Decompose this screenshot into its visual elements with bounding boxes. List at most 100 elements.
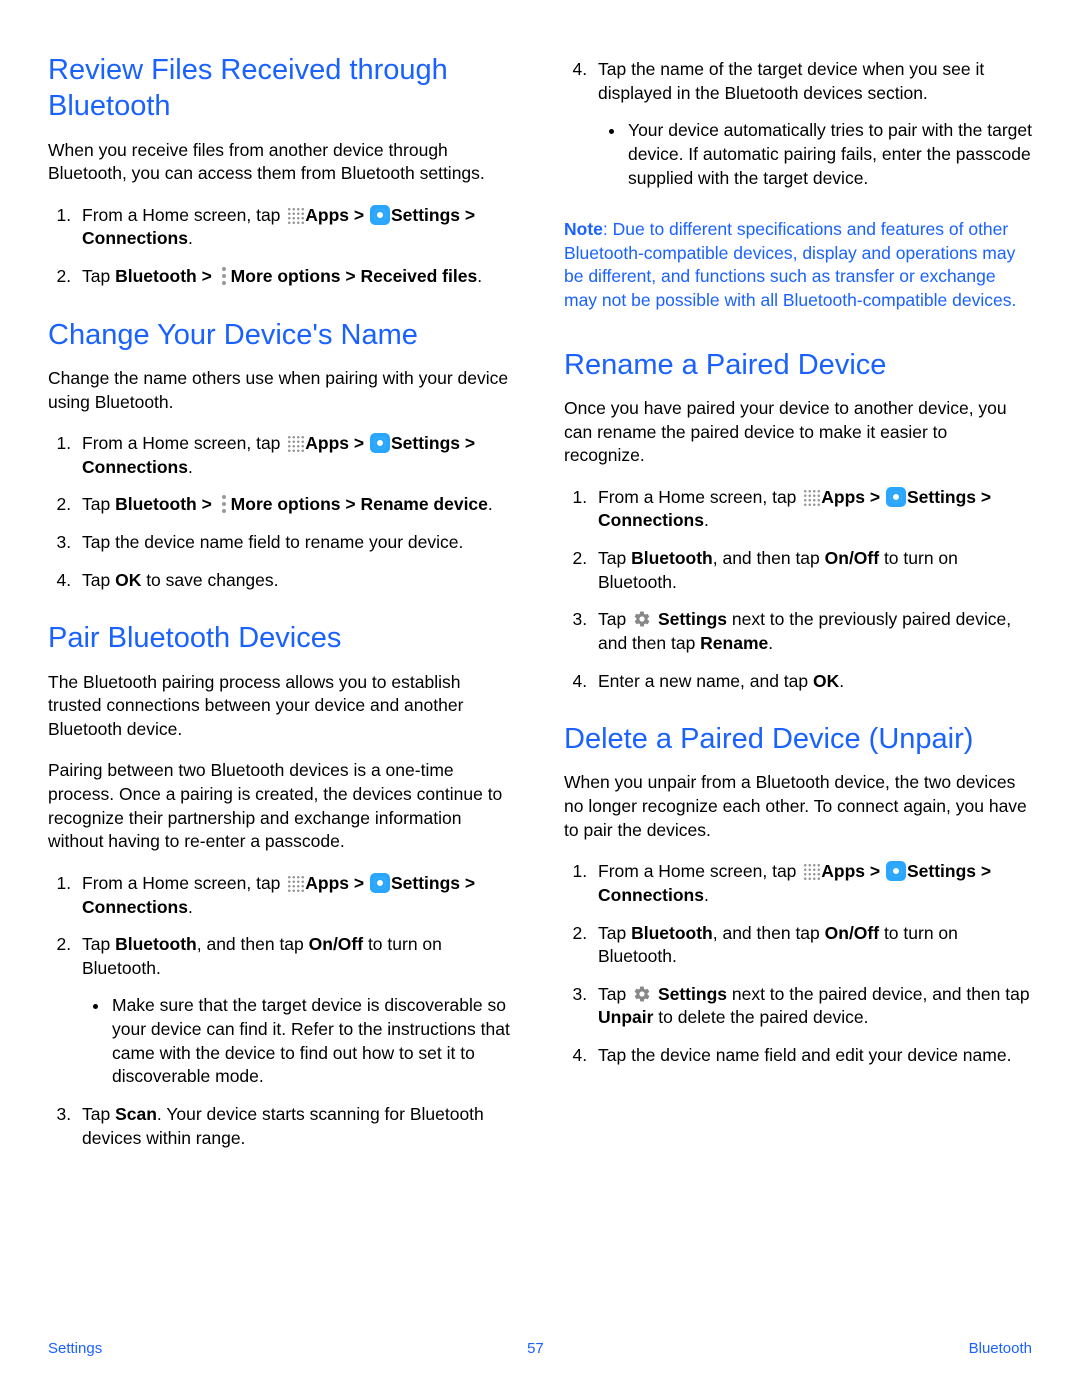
right-column: Tap the name of the target device when y… xyxy=(564,52,1032,1310)
list-item: Tap Bluetooth > More options > Received … xyxy=(76,265,516,289)
note-label: Note xyxy=(564,219,603,239)
text-bold: More options > Received files xyxy=(231,266,478,286)
text: , and then tap xyxy=(713,923,825,943)
section-review-files: Review Files Received through Bluetooth … xyxy=(48,52,516,289)
text: Tap xyxy=(598,923,631,943)
text: . xyxy=(477,266,482,286)
settings-icon xyxy=(370,205,390,225)
text: Tap xyxy=(82,1104,115,1124)
list-item: Tap the device name field and edit your … xyxy=(592,1044,1032,1068)
page-footer: Settings 57 Bluetooth xyxy=(0,1340,1080,1385)
text-bold: OK xyxy=(813,671,839,691)
text-bold: Rename xyxy=(700,633,768,653)
list-item: From a Home screen, tap Apps > Settings … xyxy=(76,872,516,919)
text-bold: Bluetooth xyxy=(631,548,713,568)
text: . xyxy=(839,671,844,691)
gear-icon xyxy=(633,985,651,1003)
text: . xyxy=(768,633,773,653)
more-options-icon xyxy=(219,267,229,285)
list-item: Tap Bluetooth > More options > Rename de… xyxy=(76,493,516,517)
gear-icon xyxy=(633,610,651,628)
text: From a Home screen, tap xyxy=(82,873,285,893)
text: From a Home screen, tap xyxy=(598,861,801,881)
text: . xyxy=(488,494,493,514)
ordered-list: From a Home screen, tap Apps > Settings … xyxy=(48,872,516,1150)
list-item: Tap Scan. Your device starts scanning fo… xyxy=(76,1103,516,1150)
text: Tap the name of the target device when y… xyxy=(598,59,984,103)
text: . xyxy=(704,885,709,905)
text-bold: More options > Rename device xyxy=(231,494,488,514)
body-text: Pairing between two Bluetooth devices is… xyxy=(48,759,516,854)
apps-icon xyxy=(286,434,304,452)
list-item: From a Home screen, tap Apps > Settings … xyxy=(592,486,1032,533)
ordered-list: From a Home screen, tap Apps > Settings … xyxy=(564,860,1032,1067)
text-bold: Unpair xyxy=(598,1007,653,1027)
heading: Delete a Paired Device (Unpair) xyxy=(564,721,1032,757)
text: Enter a new name, and tap xyxy=(598,671,813,691)
text: . xyxy=(704,510,709,530)
settings-icon xyxy=(886,487,906,507)
settings-icon xyxy=(886,861,906,881)
text-bold: Apps > xyxy=(305,873,369,893)
text-bold: Apps > xyxy=(305,433,369,453)
text-bold: Bluetooth > xyxy=(115,494,217,514)
text-bold: Apps > xyxy=(821,861,885,881)
footer-page-number: 57 xyxy=(527,1340,544,1357)
footer-right: Bluetooth xyxy=(969,1340,1032,1357)
ordered-list: From a Home screen, tap Apps > Settings … xyxy=(48,204,516,289)
text: Tap xyxy=(598,548,631,568)
bullet-list: Your device automatically tries to pair … xyxy=(598,119,1032,190)
section-pair-devices: Pair Bluetooth Devices The Bluetooth pai… xyxy=(48,620,516,1150)
text: , and then tap xyxy=(713,548,825,568)
body-text: When you receive files from another devi… xyxy=(48,139,516,186)
ordered-list-continued: Tap the name of the target device when y… xyxy=(564,58,1032,190)
list-item: Tap Bluetooth, and then tap On/Off to tu… xyxy=(76,933,516,1089)
settings-icon xyxy=(370,433,390,453)
section-change-name: Change Your Device's Name Change the nam… xyxy=(48,317,516,593)
text: From a Home screen, tap xyxy=(82,205,285,225)
ordered-list: From a Home screen, tap Apps > Settings … xyxy=(564,486,1032,693)
page-content: Review Files Received through Bluetooth … xyxy=(0,0,1080,1340)
body-text: When you unpair from a Bluetooth device,… xyxy=(564,771,1032,842)
more-options-icon xyxy=(219,495,229,513)
text: Tap xyxy=(82,934,115,954)
heading: Change Your Device's Name xyxy=(48,317,516,353)
list-item: From a Home screen, tap Apps > Settings … xyxy=(76,204,516,251)
note-text: Note: Due to different specifications an… xyxy=(564,218,1032,313)
apps-icon xyxy=(802,488,820,506)
heading: Rename a Paired Device xyxy=(564,347,1032,383)
body-text: The Bluetooth pairing process allows you… xyxy=(48,671,516,742)
text: next to the paired device, and then tap xyxy=(727,984,1030,1004)
text-bold: Settings xyxy=(658,984,727,1004)
text: Tap xyxy=(82,570,115,590)
section-delete-paired: Delete a Paired Device (Unpair) When you… xyxy=(564,721,1032,1068)
text-bold: On/Off xyxy=(309,934,363,954)
text: . xyxy=(188,897,193,917)
list-item: Tap Bluetooth, and then tap On/Off to tu… xyxy=(592,922,1032,969)
text: Tap xyxy=(82,266,115,286)
text: . xyxy=(188,457,193,477)
text-bold: On/Off xyxy=(825,548,879,568)
text-bold: Bluetooth > xyxy=(115,266,217,286)
list-item: Tap OK to save changes. xyxy=(76,569,516,593)
text-bold: Settings xyxy=(658,609,727,629)
text: to save changes. xyxy=(141,570,278,590)
text-bold: Bluetooth xyxy=(631,923,713,943)
bullet-list: Make sure that the target device is disc… xyxy=(82,994,516,1089)
text: Tap xyxy=(598,609,631,629)
text: to delete the paired device. xyxy=(653,1007,868,1027)
list-item: Tap the device name field to rename your… xyxy=(76,531,516,555)
text-bold: Scan xyxy=(115,1104,157,1124)
text-bold: OK xyxy=(115,570,141,590)
text-bold: On/Off xyxy=(825,923,879,943)
ordered-list: From a Home screen, tap Apps > Settings … xyxy=(48,432,516,592)
text: , and then tap xyxy=(197,934,309,954)
list-item: From a Home screen, tap Apps > Settings … xyxy=(592,860,1032,907)
text-bold: Apps > xyxy=(305,205,369,225)
settings-icon xyxy=(370,873,390,893)
text: Tap xyxy=(598,984,631,1004)
body-text: Change the name others use when pairing … xyxy=(48,367,516,414)
apps-icon xyxy=(802,862,820,880)
heading: Review Files Received through Bluetooth xyxy=(48,52,516,125)
text-bold: Bluetooth xyxy=(115,934,197,954)
